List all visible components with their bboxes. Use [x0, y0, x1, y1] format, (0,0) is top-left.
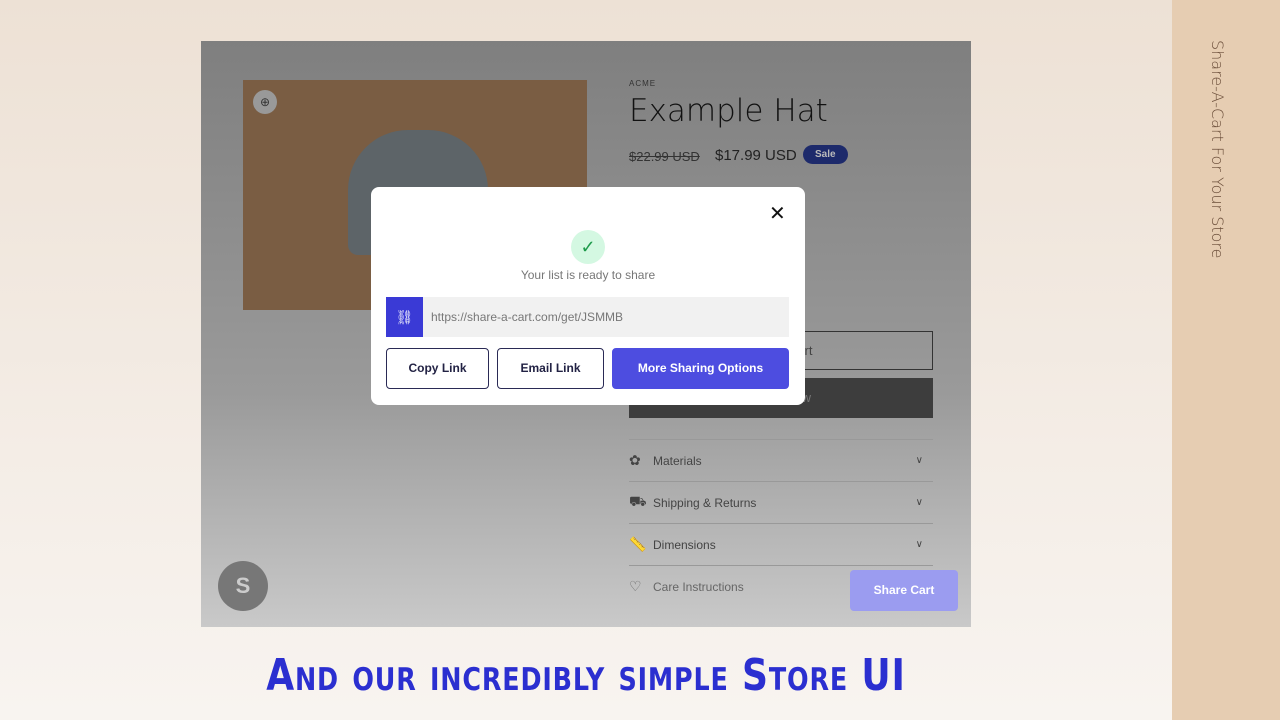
- more-sharing-options-button[interactable]: More Sharing Options: [612, 348, 789, 389]
- ready-message: Your list is ready to share: [520, 268, 656, 282]
- link-icon: ⛓: [386, 297, 423, 337]
- old-price: $22.99 USD: [629, 149, 700, 164]
- zoom-icon[interactable]: ⊕: [253, 90, 277, 114]
- ruler-icon: 📏: [629, 536, 647, 552]
- sale-badge: Sale: [803, 145, 848, 164]
- side-label: Share-A-Cart For Your Store: [1208, 40, 1227, 259]
- chevron-down-icon: ∨: [915, 497, 923, 508]
- heart-icon: ♡: [629, 578, 642, 594]
- email-link-button[interactable]: Email Link: [497, 348, 604, 389]
- truck-icon: ⛟: [629, 493, 647, 509]
- leather-icon: ✿: [629, 452, 641, 468]
- accordion-dimensions[interactable]: 📏 Dimensions ∨: [629, 523, 933, 565]
- accordion-materials[interactable]: ✿ Materials ∨: [629, 439, 933, 481]
- close-icon[interactable]: ✕: [769, 201, 786, 226]
- accordion-shipping[interactable]: ⛟ Shipping & Returns ∨: [629, 481, 933, 523]
- shopify-icon[interactable]: S: [218, 561, 268, 611]
- chevron-down-icon: ∨: [915, 455, 923, 466]
- share-cart-button[interactable]: Share Cart: [850, 570, 958, 611]
- product-brand: ACME: [629, 79, 657, 88]
- headline: And our incredibly simple Store UI: [266, 650, 906, 701]
- copy-link-button[interactable]: Copy Link: [386, 348, 489, 389]
- product-title: Example Hat: [629, 93, 828, 129]
- check-icon: ✓: [571, 230, 605, 264]
- share-link-field: ⛓: [386, 297, 789, 337]
- share-modal: ✕ ✓ Your list is ready to share ⛓ Copy L…: [371, 187, 805, 405]
- share-url-input[interactable]: [423, 297, 789, 337]
- sale-price: $17.99 USD: [715, 147, 797, 164]
- chevron-down-icon: ∨: [915, 539, 923, 550]
